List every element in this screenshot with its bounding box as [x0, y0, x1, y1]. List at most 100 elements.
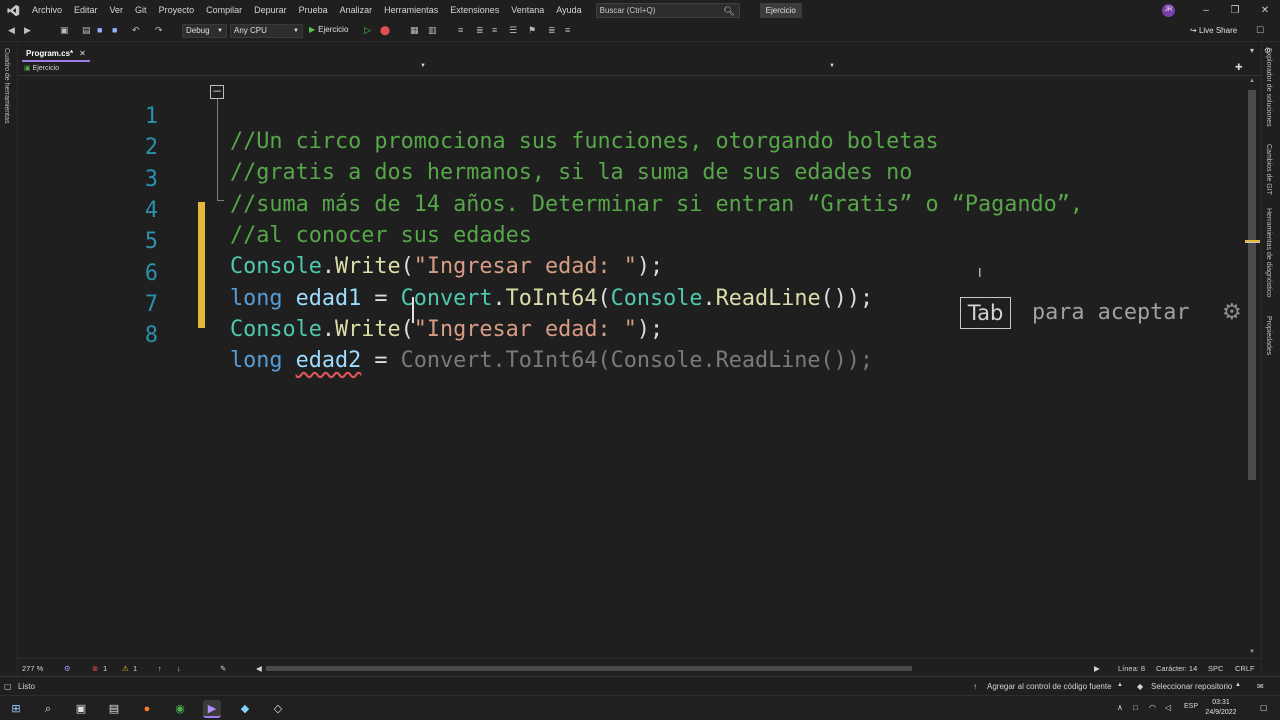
redo-icon[interactable]: ↷: [155, 25, 163, 36]
brush-icon[interactable]: ✎: [220, 664, 226, 673]
new-project-icon[interactable]: ▣: [60, 25, 69, 36]
diagnostic-tools-tab[interactable]: Herramientas de diagnóstico: [1265, 208, 1272, 297]
wifi-icon[interactable]: ◠: [1149, 703, 1156, 712]
back-icon[interactable]: ◀: [8, 25, 15, 36]
project-dropdown[interactable]: ▣ Ejercicio: [24, 64, 59, 72]
restore-icon[interactable]: ❐: [1220, 0, 1250, 21]
gear-icon[interactable]: ⚙: [1264, 46, 1271, 55]
chevron-up-icon[interactable]: ▲: [1117, 682, 1123, 688]
notifications-icon[interactable]: ▢: [1260, 703, 1268, 712]
add-source-control-button[interactable]: Agregar al control de código fuente: [987, 682, 1112, 691]
toolbar-outdent-icon[interactable]: ≡: [492, 25, 497, 35]
gear-icon[interactable]: ⚙: [1222, 299, 1242, 327]
menu-archivo[interactable]: Archivo: [26, 0, 68, 21]
feedback-icon[interactable]: ☐: [1256, 25, 1264, 36]
code-cleanup-icon[interactable]: ⚙: [64, 664, 71, 673]
hot-reload-icon[interactable]: ⬤: [380, 25, 390, 36]
save-all-icon[interactable]: ■: [112, 25, 117, 35]
chevron-down-icon: ▼: [293, 28, 299, 34]
language-indicator[interactable]: ESP: [1184, 703, 1198, 710]
tool-taskbar-icon[interactable]: ◇: [269, 700, 287, 718]
start-without-debug-icon[interactable]: ▷: [364, 25, 371, 36]
firefox-icon[interactable]: ●: [138, 700, 156, 718]
toolbar-comment-icon[interactable]: ☰: [509, 25, 517, 36]
menu-proyecto[interactable]: Proyecto: [153, 0, 201, 21]
menu-git[interactable]: Git: [129, 0, 153, 21]
notifications-icon[interactable]: ✉: [1257, 682, 1264, 691]
code-line: 7 Console.Write("Ingresar edad: ");: [18, 264, 1244, 342]
toolbar-grid-icon[interactable]: ▦: [410, 25, 419, 36]
save-icon[interactable]: ■: [97, 25, 102, 35]
line-ending-indicator[interactable]: CRLF: [1235, 664, 1255, 673]
start-debug-button[interactable]: ▶ Ejercicio: [309, 25, 348, 34]
chevron-down-icon[interactable]: ▼: [420, 63, 426, 69]
git-changes-tab[interactable]: Cambios de GIT: [1265, 144, 1272, 195]
search-box[interactable]: Buscar (Ctrl+Q) 🔍︎: [595, 3, 740, 18]
char-indicator[interactable]: Carácter: 14: [1156, 664, 1197, 673]
store-icon[interactable]: ▤: [105, 700, 123, 718]
toolbar-indent-icon[interactable]: ≣: [476, 25, 484, 36]
horizontal-scrollbar-thumb[interactable]: [266, 666, 912, 671]
bookmark-icon[interactable]: ⚑: [528, 25, 536, 36]
forward-icon[interactable]: ▶: [24, 25, 31, 36]
menu-editar[interactable]: Editar: [68, 0, 104, 21]
toolbar-misc-icon[interactable]: ≡: [565, 25, 570, 35]
platform-select[interactable]: Any CPU ▼: [230, 24, 303, 38]
scroll-down-icon[interactable]: ▼: [1249, 649, 1255, 655]
avatar[interactable]: JR: [1162, 4, 1175, 17]
chrome-icon[interactable]: ◉: [171, 700, 189, 718]
next-issue-icon[interactable]: ↓: [177, 664, 181, 673]
open-folder-icon[interactable]: ▤: [82, 25, 91, 36]
app-taskbar-icon[interactable]: ◆: [236, 700, 254, 718]
menu-compilar[interactable]: Compilar: [200, 0, 248, 21]
chevron-down-icon[interactable]: ▼: [829, 63, 835, 69]
windows-start-icon[interactable]: ⊞: [7, 700, 25, 718]
toolbar-step-icon[interactable]: ≡: [458, 25, 463, 35]
close-window-icon[interactable]: ✕: [1250, 0, 1280, 21]
line-indicator[interactable]: Línea: 8: [1118, 664, 1145, 673]
previous-issue-icon[interactable]: ↑: [158, 664, 162, 673]
menu-depurar[interactable]: Depurar: [248, 0, 293, 21]
zoom-level[interactable]: 277 %: [22, 664, 43, 673]
menu-ver[interactable]: Ver: [104, 0, 130, 21]
close-icon[interactable]: ✕: [79, 49, 86, 58]
network-icon[interactable]: □: [1133, 703, 1138, 712]
vertical-scrollbar[interactable]: ▲ ▼: [1244, 76, 1261, 658]
menu-extensiones[interactable]: Extensiones: [444, 0, 505, 21]
select-repository-button[interactable]: Seleccionar repositorio: [1151, 682, 1232, 691]
minimize-icon[interactable]: –: [1191, 0, 1221, 21]
toolbar-layout-icon[interactable]: ▥: [428, 25, 437, 36]
menu-ventana[interactable]: Ventana: [505, 0, 550, 21]
undo-icon[interactable]: ↶: [132, 25, 140, 36]
toolbar-format-icon[interactable]: ≣: [548, 25, 556, 36]
split-add-icon[interactable]: ✚: [1235, 62, 1243, 73]
scrollbar-thumb[interactable]: [1248, 90, 1256, 480]
volume-icon[interactable]: ◁: [1165, 703, 1171, 712]
tab-program-cs[interactable]: Program.cs* ✕: [22, 48, 90, 62]
menu-prueba[interactable]: Prueba: [293, 0, 334, 21]
error-icon[interactable]: ⊗: [92, 664, 98, 673]
configuration-select[interactable]: Debug ▼: [182, 24, 227, 38]
task-view-icon[interactable]: ▣: [72, 700, 90, 718]
chevron-up-icon[interactable]: ▲: [1235, 682, 1241, 688]
live-share-button[interactable]: ↪ Live Share: [1190, 26, 1237, 35]
toolbox-tab[interactable]: Cuadro de herramientas: [3, 48, 10, 124]
visual-studio-logo-icon[interactable]: [0, 0, 26, 21]
properties-tab[interactable]: Propiedades: [1265, 316, 1272, 355]
scroll-right-icon[interactable]: ▶: [1094, 664, 1100, 673]
scroll-left-icon[interactable]: ◀: [256, 664, 262, 673]
code-editor[interactable]: − 1 //Un circo promociona sus funciones,…: [18, 76, 1244, 658]
clock[interactable]: 03:31 24/9/2022: [1200, 698, 1242, 718]
chevron-down-icon[interactable]: ▾: [1250, 46, 1254, 55]
menu-herramientas[interactable]: Herramientas: [378, 0, 444, 21]
chevron-up-icon[interactable]: ∧: [1117, 703, 1123, 712]
whitespace-indicator[interactable]: SPC: [1208, 664, 1223, 673]
visual-studio-taskbar-icon[interactable]: ▶: [203, 700, 221, 718]
code-line: 2 //gratis a dos hermanos, si la suma de…: [18, 107, 1244, 185]
search-icon[interactable]: ⌕: [39, 700, 57, 718]
warning-icon[interactable]: ⚠: [122, 664, 129, 673]
solution-explorer-tab[interactable]: Explorador de soluciones: [1265, 48, 1272, 127]
scroll-up-icon[interactable]: ▲: [1249, 78, 1255, 84]
menu-analizar[interactable]: Analizar: [334, 0, 379, 21]
menu-ayuda[interactable]: Ayuda: [550, 0, 587, 21]
